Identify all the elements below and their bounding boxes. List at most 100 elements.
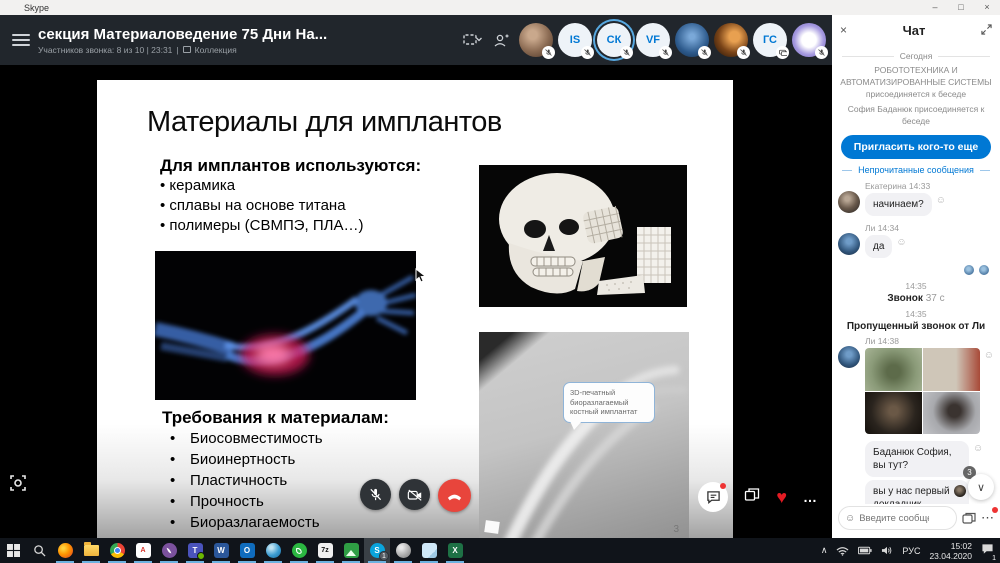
message-author: Екатерина 14:33 (865, 181, 994, 191)
system-tray: ∧ РУС 15:02 23.04.2020 1 (821, 541, 1000, 561)
more-options-icon[interactable]: … (803, 489, 818, 505)
mic-muted-badge-icon (542, 46, 555, 59)
taskbar: A T W O 7z S 1 X ∧ РУС 15:02 23.04.2020 (0, 538, 1000, 563)
system-message: София Баданюк присоединяется к беседе (832, 103, 1000, 127)
chat-message-list[interactable]: Сегодня РОБОТОТЕХНИКА И АВТОМАТИЗИРОВАНН… (832, 45, 1000, 504)
taskbar-photos-icon[interactable] (338, 538, 364, 563)
participant-avatar-photo[interactable] (675, 23, 709, 57)
collection-label[interactable]: Коллекция (195, 45, 237, 55)
message-input[interactable] (859, 513, 929, 524)
maximize-button[interactable]: □ (948, 0, 974, 15)
mic-muted-badge-icon (815, 46, 828, 59)
taskbar-acrobat-icon[interactable]: A (130, 538, 156, 563)
add-reaction-icon[interactable]: ☺ (896, 237, 906, 248)
tray-chevron-icon[interactable]: ∧ (821, 545, 828, 556)
chat-unread-dot (720, 483, 726, 489)
network-icon[interactable] (836, 546, 849, 556)
taskbar-firefox-icon[interactable] (52, 538, 78, 563)
message-bubble: начинаем? (865, 193, 932, 216)
avatar[interactable] (838, 233, 860, 255)
mic-muted-badge-icon (659, 46, 672, 59)
scroll-to-bottom-button[interactable]: ∨ (968, 474, 994, 500)
unread-divider: Непрочитанные сообщения (842, 165, 990, 175)
taskbar-skype-icon[interactable]: S 1 (364, 538, 390, 563)
taskbar-teams-icon[interactable]: T (182, 538, 208, 563)
taskbar-search-button[interactable] (26, 538, 52, 563)
mic-muted-icon (368, 487, 383, 502)
snapshot-icon[interactable] (8, 473, 28, 498)
speaker-icon[interactable] (881, 545, 893, 556)
system-message: РОБОТОТЕХНИКА И АВТОМАТИЗИРОВАННЫЕ СИСТЕ… (832, 64, 1000, 100)
invite-button[interactable]: Пригласить кого-то еще (841, 135, 991, 159)
mic-muted-button[interactable] (360, 479, 391, 510)
read-receipts (832, 261, 1000, 276)
participants-count: Участников звонка: 8 из 10 | 23:31 (38, 45, 172, 55)
popout-window-icon[interactable] (744, 487, 760, 507)
add-reaction-icon[interactable]: ☺ (973, 443, 983, 454)
call-info: секция Материаловедение 75 Дни На... Уча… (38, 26, 327, 55)
avatar[interactable] (838, 191, 860, 213)
taskbar-browser-globe-icon[interactable] (260, 538, 286, 563)
clock[interactable]: 15:02 23.04.2020 (929, 541, 972, 561)
minimize-button[interactable]: – (922, 0, 948, 15)
add-reaction-icon[interactable]: ☺ (984, 350, 994, 361)
taskbar-outlook-icon[interactable]: O (234, 538, 260, 563)
taskbar-gray-app-icon[interactable] (390, 538, 416, 563)
message-input-pill[interactable]: ☺ (838, 506, 957, 530)
list-item: •Биоинертность (162, 449, 389, 470)
close-button[interactable]: × (974, 0, 1000, 15)
call-event: 14:35 Звонок 37 с (832, 281, 1000, 304)
taskbar-viber-icon[interactable] (156, 538, 182, 563)
date-divider: Сегодня (842, 51, 990, 61)
avatar[interactable] (838, 346, 860, 368)
camera-off-button[interactable] (399, 479, 430, 510)
participant-avatar-photo[interactable] (519, 23, 553, 57)
taskbar-file-explorer-icon[interactable] (78, 538, 104, 563)
chat-toggle-button[interactable] (698, 482, 728, 512)
taskbar-notes-icon[interactable] (416, 538, 442, 563)
screen-share-badge-icon (776, 46, 789, 59)
taskbar-excel-icon[interactable]: X (442, 538, 468, 563)
chat-title: Чат (847, 23, 981, 38)
add-person-icon[interactable] (493, 33, 509, 48)
emoji-icon[interactable]: ☺ (845, 513, 855, 524)
read-receipt-avatar (963, 264, 975, 276)
taskbar-7zip-icon[interactable]: 7z (312, 538, 338, 563)
taskbar-whatsapp-icon[interactable] (286, 538, 312, 563)
participant-avatar-initials[interactable]: ГС (753, 23, 787, 57)
hangup-button[interactable] (438, 479, 471, 512)
taskbar-word-icon[interactable]: W (208, 538, 234, 563)
taskbar-chrome-icon[interactable] (104, 538, 130, 563)
read-receipt-avatar (978, 264, 990, 276)
list-item: •Биосовместимость (162, 428, 389, 449)
add-reaction-icon[interactable]: ☺ (936, 195, 946, 206)
gallery-icon[interactable] (962, 512, 976, 525)
window-app-title: Skype (24, 3, 49, 13)
header-actions: IS СК VF (463, 23, 832, 57)
participant-avatar-emblem[interactable] (792, 23, 826, 57)
shared-image-thumbnail[interactable] (865, 348, 980, 434)
participant-avatar-initials[interactable]: VF (636, 23, 670, 57)
participant-avatar-photo[interactable] (714, 23, 748, 57)
gallery-collection-icon (183, 46, 191, 53)
windows-logo-icon (7, 544, 20, 557)
input-more-icon[interactable]: ⋯ (981, 510, 994, 526)
participant-avatar-active[interactable]: СК (597, 23, 631, 57)
list-item: • керамика (160, 176, 421, 196)
chat-close-icon[interactable]: × (840, 24, 847, 36)
layout-grid-icon[interactable] (463, 33, 483, 47)
participant-avatar-initials[interactable]: IS (558, 23, 592, 57)
chevron-down-icon: ∨ (977, 481, 985, 494)
heart-reaction-icon[interactable]: ♥ (776, 488, 787, 506)
battery-icon[interactable] (858, 546, 872, 555)
hamburger-menu-icon[interactable] (12, 34, 30, 46)
notification-dot (992, 507, 998, 513)
mic-muted-badge-icon (698, 46, 711, 59)
chat-expand-icon[interactable] (981, 24, 992, 37)
xray-corner-chip (484, 520, 500, 534)
action-center-icon[interactable]: 1 (981, 542, 994, 560)
start-button[interactable] (0, 538, 26, 563)
slide-list-requirements: Требования к материалам: •Биосовместимос… (162, 408, 389, 533)
call-main: секция Материаловедение 75 Дни На... Уча… (0, 15, 832, 538)
language-indicator[interactable]: РУС (902, 546, 920, 556)
